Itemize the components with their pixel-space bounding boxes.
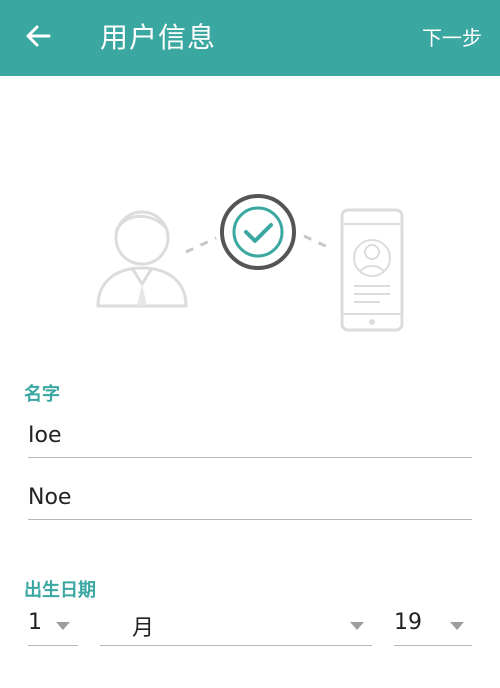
month-select[interactable]: 月 [100,606,372,646]
dropdown-caret-icon [350,622,364,630]
last-name-field[interactable] [28,476,472,520]
page-title: 用户信息 [100,21,217,54]
phone-profile-icon [340,208,404,332]
check-circle-icon [220,194,296,270]
dropdown-caret-icon [56,622,70,630]
year-value: 19 [394,610,422,635]
last-name-input[interactable] [28,476,472,519]
arrow-left-icon [24,22,52,54]
first-name-input[interactable] [28,414,472,457]
day-select[interactable]: 1 [28,606,78,646]
year-select[interactable]: 19 [394,606,472,646]
next-button[interactable]: 下一步 [422,0,482,76]
first-name-field[interactable] [28,414,472,458]
dropdown-caret-icon [450,622,464,630]
person-avatar-icon [96,210,188,308]
back-button[interactable] [18,18,58,58]
dob-label: 出生日期 [24,580,96,601]
app-bar: 用户信息 下一步 [0,0,500,76]
name-label: 名字 [24,384,60,405]
day-value: 1 [28,610,42,635]
illustration [80,180,420,350]
month-value: 月 [132,616,155,641]
